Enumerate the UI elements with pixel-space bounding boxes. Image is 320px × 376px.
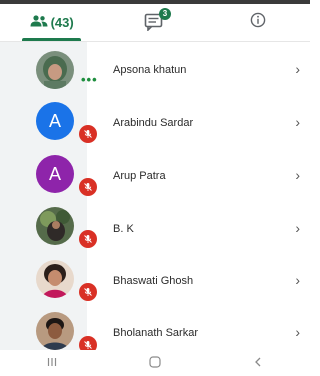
mic-off-icon xyxy=(79,283,97,301)
home-icon[interactable] xyxy=(125,355,185,372)
participant-name: B. K xyxy=(113,223,134,235)
chat-icon xyxy=(144,13,164,35)
tab-bar: (43) 3 xyxy=(0,4,310,41)
mic-off-icon xyxy=(79,178,97,196)
avatar-initial: A xyxy=(48,110,61,131)
chevron-right-icon: › xyxy=(295,114,300,130)
avatar: A xyxy=(36,155,74,193)
participant-row[interactable]: A Arabindu Sardar › xyxy=(0,97,310,149)
mic-off-icon xyxy=(79,336,97,350)
avatar: A xyxy=(36,102,74,140)
chevron-right-icon: › xyxy=(295,272,300,288)
participant-list: ••• Apsona khatun › A Arabindu Sardar › … xyxy=(0,42,310,350)
participant-row[interactable]: A Arup Patra › xyxy=(0,149,310,201)
back-icon[interactable] xyxy=(228,355,288,371)
avatar-initial: A xyxy=(48,163,61,184)
avatar xyxy=(36,51,74,89)
android-nav-bar xyxy=(0,350,310,376)
people-icon xyxy=(30,15,48,30)
recent-apps-icon[interactable] xyxy=(22,355,82,371)
participant-row[interactable]: Bhaswati Ghosh › xyxy=(0,254,310,306)
chevron-right-icon: › xyxy=(295,61,300,77)
participants-count: (43) xyxy=(50,15,74,30)
more-dots-icon: ••• xyxy=(81,72,98,87)
mic-off-icon xyxy=(79,230,97,248)
participant-row[interactable]: ••• Apsona khatun › xyxy=(0,44,310,96)
avatar xyxy=(36,207,74,245)
avatar xyxy=(36,260,74,298)
participant-row[interactable]: Bholanath Sarkar › xyxy=(0,307,310,350)
participant-name: Apsona khatun xyxy=(113,64,187,76)
chevron-right-icon: › xyxy=(295,220,300,236)
participant-name: Bhaswati Ghosh xyxy=(113,275,194,287)
tab-info[interactable] xyxy=(207,4,310,41)
tab-chat[interactable]: 3 xyxy=(103,4,206,41)
avatar xyxy=(36,312,74,350)
chevron-right-icon: › xyxy=(295,324,300,340)
participant-row[interactable]: B. K › xyxy=(0,202,310,254)
info-icon xyxy=(250,12,266,33)
mic-off-icon xyxy=(79,125,97,143)
tab-participants[interactable]: (43) xyxy=(0,4,103,41)
chat-unread-badge: 3 xyxy=(158,7,171,20)
participant-name: Arup Patra xyxy=(113,170,166,182)
participant-name: Bholanath Sarkar xyxy=(113,327,198,339)
participant-name: Arabindu Sardar xyxy=(113,117,194,129)
chevron-right-icon: › xyxy=(295,167,300,183)
